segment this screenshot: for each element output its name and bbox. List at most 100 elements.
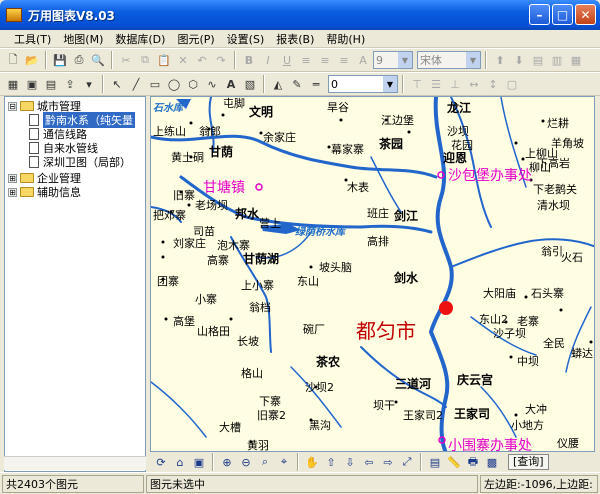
village-label: 石头寨 — [531, 287, 564, 300]
pan-hand-icon[interactable]: ✋ — [303, 453, 321, 471]
line-color-icon[interactable]: ✎ — [288, 75, 306, 93]
menu-help[interactable]: 帮助(H) — [320, 31, 371, 47]
line-style-icon[interactable]: ═ — [307, 75, 325, 93]
village-label: 旧寨 — [173, 189, 195, 202]
text-tool-icon[interactable]: A — [222, 75, 240, 93]
bold-icon[interactable]: B — [240, 51, 258, 69]
town-label: 文明 — [249, 105, 274, 119]
layer-export-icon[interactable]: ⇪ — [61, 75, 79, 93]
open-folder-icon[interactable]: 📂 — [23, 51, 41, 69]
minimize-button[interactable]: – — [529, 4, 550, 25]
tree-node-aux-info[interactable]: ⊞ 辅助信息 — [8, 185, 81, 199]
menu-settings[interactable]: 设置(S) — [221, 31, 271, 47]
line-width-select[interactable]: 0 ▼ — [328, 75, 398, 93]
align-right-icon[interactable]: ≡ — [335, 51, 353, 69]
align-bottom-icon[interactable]: ⊥ — [446, 75, 464, 93]
satellite-icon[interactable]: ▩ — [483, 453, 501, 471]
pan-left-icon[interactable]: ⇦ — [360, 453, 378, 471]
ellipse-tool-icon[interactable]: ◯ — [165, 75, 183, 93]
new-icon[interactable]: 🗋 — [4, 51, 22, 69]
preview-icon[interactable]: 🔍 — [89, 51, 107, 69]
tree-node-water-system[interactable]: 黔南水系（纯矢量 — [29, 112, 135, 128]
full-extent-icon[interactable]: ▣ — [190, 453, 208, 471]
tree-node-water-pipes[interactable]: 自来水管线 — [29, 141, 98, 155]
menu-database[interactable]: 数据库(D) — [109, 31, 171, 47]
same-size-icon[interactable]: ▢ — [503, 75, 521, 93]
zoom-window-icon[interactable]: ⌕ — [256, 453, 274, 471]
refresh-icon[interactable]: ⟳ — [152, 453, 170, 471]
layer-props-icon[interactable]: ▤ — [42, 75, 60, 93]
underline-icon[interactable]: U — [278, 51, 296, 69]
rectangle-tool-icon[interactable]: ▭ — [146, 75, 164, 93]
maximize-button[interactable]: □ — [552, 4, 573, 25]
ungroup-icon[interactable]: ▥ — [548, 51, 566, 69]
font-color-icon[interactable]: A — [354, 51, 372, 69]
menu-primitive[interactable]: 图元(P) — [171, 31, 220, 47]
group-icon[interactable]: ▤ — [529, 51, 547, 69]
layer-menu-icon[interactable]: ▾ — [80, 75, 98, 93]
tree-hscrollbar[interactable] — [4, 456, 146, 470]
distribute-icon[interactable]: ▦ — [567, 51, 585, 69]
align-top-icon[interactable]: ⊤ — [408, 75, 426, 93]
collapse-icon[interactable]: ⊟ — [8, 101, 17, 111]
paste-icon[interactable]: 📋 — [155, 51, 173, 69]
menu-report[interactable]: 报表(B) — [270, 31, 320, 47]
town-label: 甘荫 — [209, 145, 234, 159]
copy-icon[interactable]: ⧉ — [136, 51, 154, 69]
zoom-in-icon[interactable]: ⊕ — [218, 453, 236, 471]
map-layers-icon[interactable]: ▦ — [4, 75, 22, 93]
tree-node-city[interactable]: ⊟ 城市管理 — [8, 99, 81, 113]
layer-down-icon[interactable]: ⬇ — [510, 51, 528, 69]
align-middle-icon[interactable]: ☰ — [427, 75, 445, 93]
save-icon[interactable]: 💾 — [51, 51, 69, 69]
print-icon[interactable]: ⎙ — [70, 51, 88, 69]
town-label: 茶农 — [316, 355, 341, 369]
align-center-icon[interactable]: ≡ — [316, 51, 334, 69]
fill-color-icon[interactable]: ◭ — [269, 75, 287, 93]
reservoir-label: 绿荫桥水库 — [295, 227, 345, 238]
same-width-icon[interactable]: ↔ — [465, 75, 483, 93]
query-button[interactable]: [查询] — [508, 454, 549, 470]
delete-icon[interactable]: ✕ — [174, 51, 192, 69]
polygon-tool-icon[interactable]: ⬡ — [184, 75, 202, 93]
drawing-toolbar: ▦ ▣ ▤ ⇪ ▾ ↖ ╱ ▭ ◯ ⬡ ∿ A ▧ ◭ ✎ ═ 0 ▼ ⊤ ☰ ⊥… — [0, 72, 600, 96]
fill-pattern-icon[interactable]: ▧ — [241, 75, 259, 93]
font-size-select[interactable]: 9 ▼ — [373, 51, 413, 69]
align-left-icon[interactable]: ≡ — [297, 51, 315, 69]
layer-up-icon[interactable]: ⬆ — [491, 51, 509, 69]
font-name-select[interactable]: 宋体 ▼ — [417, 51, 481, 69]
village-label: 黄羽 — [247, 439, 269, 452]
fit-view-icon[interactable]: ⤢ — [398, 453, 416, 471]
new-layer-icon[interactable]: ▣ — [23, 75, 41, 93]
pan-down-icon[interactable]: ⇩ — [341, 453, 359, 471]
tree-node-shenzhen-sat[interactable]: 深圳卫图（局部） — [29, 155, 131, 169]
zoom-previous-icon[interactable]: ⌖ — [275, 453, 293, 471]
home-icon[interactable]: ⌂ — [171, 453, 189, 471]
menu-map[interactable]: 地图(M) — [57, 31, 109, 47]
expand-icon[interactable]: ⊞ — [8, 173, 17, 183]
village-label: 山格田 — [197, 325, 230, 338]
map-canvas[interactable]: 石水库 文明 龙江 甘荫 茶园 迎恩 邦水 剑江 甘荫湖 剑水 茶农 庆云宫 三… — [150, 96, 595, 452]
tree-node-enterprise[interactable]: ⊞ 企业管理 — [8, 171, 81, 185]
print-map-icon[interactable]: 🖶 — [464, 453, 482, 471]
tree-node-comm-lines[interactable]: 通信线路 — [29, 127, 87, 141]
line-width-value: 0 — [331, 77, 338, 91]
expand-icon[interactable]: ⊞ — [8, 187, 17, 197]
same-height-icon[interactable]: ↕ — [484, 75, 502, 93]
curve-tool-icon[interactable]: ∿ — [203, 75, 221, 93]
italic-icon[interactable]: I — [259, 51, 277, 69]
pan-up-icon[interactable]: ⇧ — [322, 453, 340, 471]
close-button[interactable]: ✕ — [575, 4, 596, 25]
village-label: 王家司2 — [403, 409, 443, 422]
pointer-icon[interactable]: ↖ — [108, 75, 126, 93]
measure-icon[interactable]: 📏 — [445, 453, 463, 471]
line-tool-icon[interactable]: ╱ — [127, 75, 145, 93]
pan-right-icon[interactable]: ⇨ — [379, 453, 397, 471]
layer-view-icon[interactable]: ▤ — [426, 453, 444, 471]
zoom-out-icon[interactable]: ⊖ — [237, 453, 255, 471]
redo-icon[interactable]: ↷ — [212, 51, 230, 69]
menu-tools[interactable]: 工具(T) — [8, 31, 57, 47]
village-label: 高堡 — [173, 315, 195, 328]
cut-icon[interactable]: ✂ — [117, 51, 135, 69]
undo-icon[interactable]: ↶ — [193, 51, 211, 69]
